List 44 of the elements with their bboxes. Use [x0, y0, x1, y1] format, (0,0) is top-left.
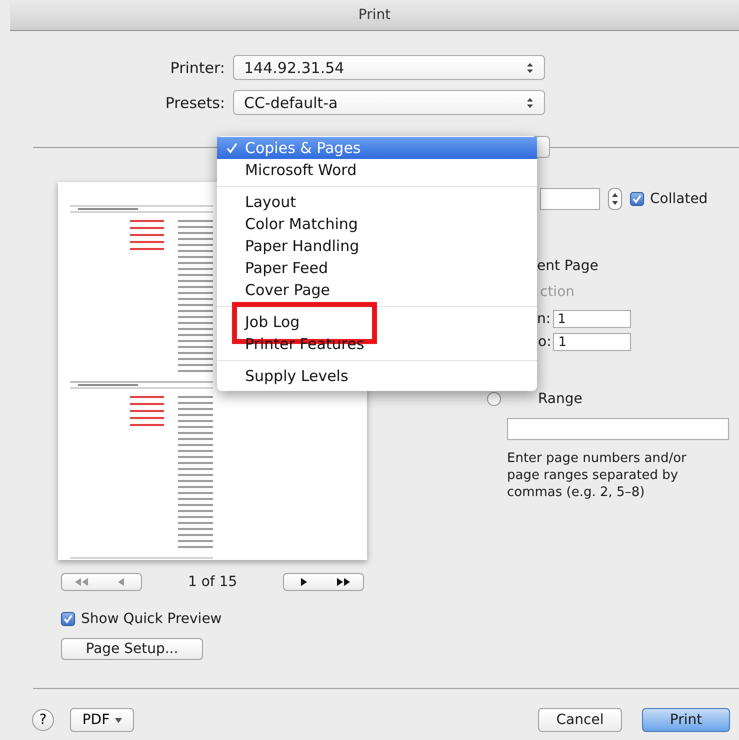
from-field[interactable]: 1 — [552, 310, 631, 328]
caret-icon — [114, 718, 122, 722]
menu-item[interactable]: Supply Levels — [217, 365, 537, 387]
page-range-radio[interactable] — [487, 392, 501, 406]
menu-item[interactable]: Color Matching — [217, 213, 537, 235]
page-range-field[interactable] — [507, 418, 729, 440]
check-icon — [226, 142, 238, 154]
printer-select[interactable]: 144.92.31.54 — [233, 55, 545, 80]
menu-item[interactable]: Cover Page — [217, 279, 537, 301]
to-field[interactable]: 1 — [553, 333, 632, 351]
presets-select[interactable]: CC-default-a — [233, 90, 545, 115]
menu-item[interactable]: Copies & Pages — [217, 137, 537, 159]
pdf-button[interactable]: PDF — [70, 708, 134, 732]
page-range-label: Range — [538, 391, 582, 407]
updown-arrows-icon — [526, 62, 534, 74]
next-page-buttons[interactable] — [283, 573, 364, 591]
page-range-hint: Enter page numbers and/or page ranges separated by commas (e.g. 2, 5–8) — [507, 450, 688, 501]
menu-item[interactable]: Layout — [217, 191, 537, 213]
menu-item[interactable]: Job Log — [217, 311, 537, 333]
menu-item[interactable]: Microsoft Word — [217, 159, 537, 181]
updown-arrows-icon — [526, 96, 534, 108]
page-indicator: 1 of 15 — [188, 574, 238, 590]
printer-label: Printer: — [170, 58, 225, 76]
previous-page-buttons[interactable] — [61, 573, 142, 591]
cancel-button[interactable]: Cancel — [538, 708, 622, 732]
checkbox[interactable] — [61, 612, 75, 626]
presets-label: Presets: — [165, 94, 225, 112]
checkbox[interactable] — [630, 192, 644, 206]
show-quick-preview-label: Show Quick Preview — [81, 611, 222, 627]
first-page-icon — [74, 578, 90, 586]
from-label: n: — [537, 311, 551, 327]
menu-item[interactable]: Paper Feed — [217, 257, 537, 279]
help-button[interactable]: ? — [32, 709, 54, 731]
last-page-icon — [335, 578, 352, 586]
to-label: o: — [538, 334, 552, 350]
collated-label: Collated — [650, 191, 708, 207]
print-button[interactable]: Print — [642, 708, 730, 732]
menu-item[interactable]: Paper Handling — [217, 235, 537, 257]
window-title: Print — [358, 7, 391, 23]
current-page-label: ent Page — [537, 258, 598, 274]
stepper-icon[interactable] — [608, 188, 622, 210]
selection-label: ction — [540, 284, 575, 300]
page-setup-button[interactable]: Page Setup... — [61, 638, 203, 660]
copies-field[interactable] — [540, 188, 600, 210]
